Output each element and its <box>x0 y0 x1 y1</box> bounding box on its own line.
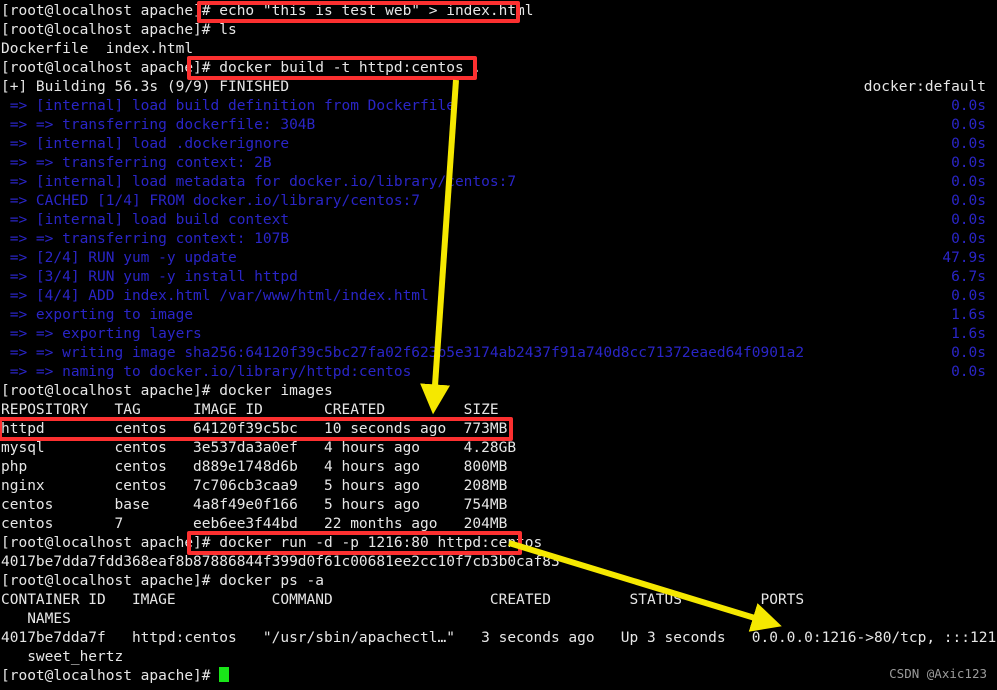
output-text: => => writing image sha256:64120f39c5bc2… <box>1 345 805 361</box>
terminal-output-line: mysql centos 3e537da3a0ef 4 hours ago 4.… <box>1 439 997 458</box>
terminal-output-line: httpd centos 64120f39c5bc 10 seconds ago… <box>1 420 997 439</box>
csdn-watermark: CSDN @Axic123 <box>889 666 987 681</box>
terminal-output-line: 4017be7dda7f httpd:centos "/usr/sbin/apa… <box>1 629 997 648</box>
build-step-duration: 0.0s <box>951 174 986 190</box>
terminal-output-line: => [internal] load metadata for docker.i… <box>1 173 997 192</box>
build-step-duration: 1.6s <box>951 307 986 323</box>
build-driver-label: docker:default <box>863 79 986 95</box>
terminal-command-line: [root@localhost apache]# docker ps -a <box>1 572 997 591</box>
terminal-output-line: => [3/4] RUN yum -y install httpd 6.7s <box>1 268 997 287</box>
output-text: httpd centos 64120f39c5bc 10 seconds ago… <box>1 421 508 437</box>
output-text: centos base 4a8f49e0f166 5 hours ago 754… <box>1 497 508 513</box>
terminal-command-line: [root@localhost apache]# <box>1 667 997 686</box>
terminal-output-line: Dockerfile index.html <box>1 40 997 59</box>
terminal-output-line: REPOSITORY TAG IMAGE ID CREATED SIZE <box>1 401 997 420</box>
output-text: centos 7 eeb6ee3f44bd 22 months ago 204M… <box>1 516 508 532</box>
build-step-duration: 0.0s <box>951 212 986 228</box>
terminal-output-line: sweet_hertz <box>1 648 997 667</box>
shell-prompt: [root@localhost apache]# <box>1 22 211 38</box>
output-text: => => transferring dockerfile: 304B <box>1 117 316 133</box>
command-text: docker build -t httpd:centos . <box>210 60 482 76</box>
terminal-output-line: => => transferring dockerfile: 304B 0.0s <box>1 116 997 135</box>
output-text: sweet_hertz <box>1 649 124 665</box>
output-text: => => transferring context: 107B <box>1 231 290 247</box>
output-text: => [internal] load build definition from… <box>1 98 455 114</box>
command-text: docker run -d -p 1216:80 httpd:centos <box>210 535 543 551</box>
terminal-output-line: [+] Building 56.3s (9/9) FINISHED docker:… <box>1 78 997 97</box>
output-text: NAMES <box>1 611 71 627</box>
output-text: => [internal] load metadata for docker.i… <box>1 174 517 190</box>
output-text: => => exporting layers <box>1 326 202 342</box>
build-step-duration: 0.0s <box>951 117 986 133</box>
output-text: => [internal] load .dockerignore <box>1 136 290 152</box>
terminal-output-line: => [2/4] RUN yum -y update 47.9s <box>1 249 997 268</box>
build-step-duration: 0.0s <box>951 155 986 171</box>
command-text: docker images <box>210 383 333 399</box>
terminal-output-line: => => transferring context: 107B 0.0s <box>1 230 997 249</box>
terminal-output-line: nginx centos 7c706cb3caa9 5 hours ago 20… <box>1 477 997 496</box>
command-text <box>211 668 220 684</box>
terminal-output-line: => CACHED [1/4] FROM docker.io/library/c… <box>1 192 997 211</box>
build-step-duration: 0.0s <box>951 345 986 361</box>
output-text: nginx centos 7c706cb3caa9 5 hours ago 20… <box>1 478 508 494</box>
output-text: => => transferring context: 2B <box>1 155 272 171</box>
terminal-output-line: => => naming to docker.io/library/httpd:… <box>1 363 997 382</box>
output-text: CONTAINER ID IMAGE COMMAND CREATED STATU… <box>1 592 805 608</box>
text-cursor <box>219 667 230 682</box>
command-text: ls <box>210 22 237 38</box>
terminal-output-line: NAMES <box>1 610 997 629</box>
terminal-output-line: centos base 4a8f49e0f166 5 hours ago 754… <box>1 496 997 515</box>
terminal-command-line: [root@localhost apache]# ls <box>1 21 997 40</box>
terminal-output-line: php centos d889e1748d6b 4 hours ago 800M… <box>1 458 997 477</box>
build-step-duration: 1.6s <box>951 326 986 342</box>
terminal-command-line: [root@localhost apache]# docker images <box>1 382 997 401</box>
command-text: echo "this is test web" > index.html <box>210 3 534 19</box>
terminal-output: [root@localhost apache]# echo "this is t… <box>0 0 997 686</box>
shell-prompt: [root@localhost apache]# <box>1 3 211 19</box>
build-step-duration: 47.9s <box>942 250 986 266</box>
shell-prompt: [root@localhost apache]# <box>1 383 211 399</box>
terminal-output-line: centos 7 eeb6ee3f44bd 22 months ago 204M… <box>1 515 997 534</box>
output-text: Dockerfile index.html <box>1 41 194 57</box>
output-text: [+] Building 56.3s (9/9) FINISHED <box>1 79 290 95</box>
terminal-command-line: [root@localhost apache]# docker build -t… <box>1 59 997 78</box>
command-text: docker ps -a <box>210 573 325 589</box>
terminal-output-line: 4017be7dda7fdd368eaf8b87886844f399d0f61c… <box>1 553 997 572</box>
output-text: => exporting to image <box>1 307 194 323</box>
terminal-output-line: => exporting to image 1.6s <box>1 306 997 325</box>
build-step-duration: 0.0s <box>951 288 986 304</box>
output-text: REPOSITORY TAG IMAGE ID CREATED SIZE <box>1 402 499 418</box>
build-step-duration: 0.0s <box>951 364 986 380</box>
output-text: => => naming to docker.io/library/httpd:… <box>1 364 412 380</box>
build-step-duration: 0.0s <box>951 231 986 247</box>
output-text: => CACHED [1/4] FROM docker.io/library/c… <box>1 193 421 209</box>
output-text: => [internal] load build context <box>1 212 290 228</box>
output-text: php centos d889e1748d6b 4 hours ago 800M… <box>1 459 508 475</box>
terminal-command-line: [root@localhost apache]# docker run -d -… <box>1 534 997 553</box>
shell-prompt: [root@localhost apache]# <box>1 535 211 551</box>
build-step-duration: 0.0s <box>951 136 986 152</box>
output-text: => [3/4] RUN yum -y install httpd <box>1 269 298 285</box>
shell-prompt: [root@localhost apache]# <box>1 573 211 589</box>
terminal-output-line: => => writing image sha256:64120f39c5bc2… <box>1 344 997 363</box>
output-text: 4017be7dda7fdd368eaf8b87886844f399d0f61c… <box>1 554 560 570</box>
build-step-duration: 0.0s <box>951 98 986 114</box>
output-text: 4017be7dda7f httpd:centos "/usr/sbin/apa… <box>1 630 997 646</box>
terminal-output-line: => [internal] load build definition from… <box>1 97 997 116</box>
output-text: => [4/4] ADD index.html /var/www/html/in… <box>1 288 429 304</box>
build-step-duration: 0.0s <box>951 193 986 209</box>
terminal-output-line: => => transferring context: 2B 0.0s <box>1 154 997 173</box>
terminal-output-line: CONTAINER ID IMAGE COMMAND CREATED STATU… <box>1 591 997 610</box>
terminal-command-line: [root@localhost apache]# echo "this is t… <box>1 2 997 21</box>
build-step-duration: 6.7s <box>951 269 986 285</box>
shell-prompt: [root@localhost apache]# <box>1 668 211 684</box>
terminal-output-line: => => exporting layers 1.6s <box>1 325 997 344</box>
output-text: => [2/4] RUN yum -y update <box>1 250 237 266</box>
terminal-output-line: => [internal] load build context 0.0s <box>1 211 997 230</box>
terminal-window[interactable]: [root@localhost apache]# echo "this is t… <box>0 0 997 690</box>
terminal-output-line: => [internal] load .dockerignore 0.0s <box>1 135 997 154</box>
output-text: mysql centos 3e537da3a0ef 4 hours ago 4.… <box>1 440 517 456</box>
terminal-output-line: => [4/4] ADD index.html /var/www/html/in… <box>1 287 997 306</box>
shell-prompt: [root@localhost apache]# <box>1 60 211 76</box>
